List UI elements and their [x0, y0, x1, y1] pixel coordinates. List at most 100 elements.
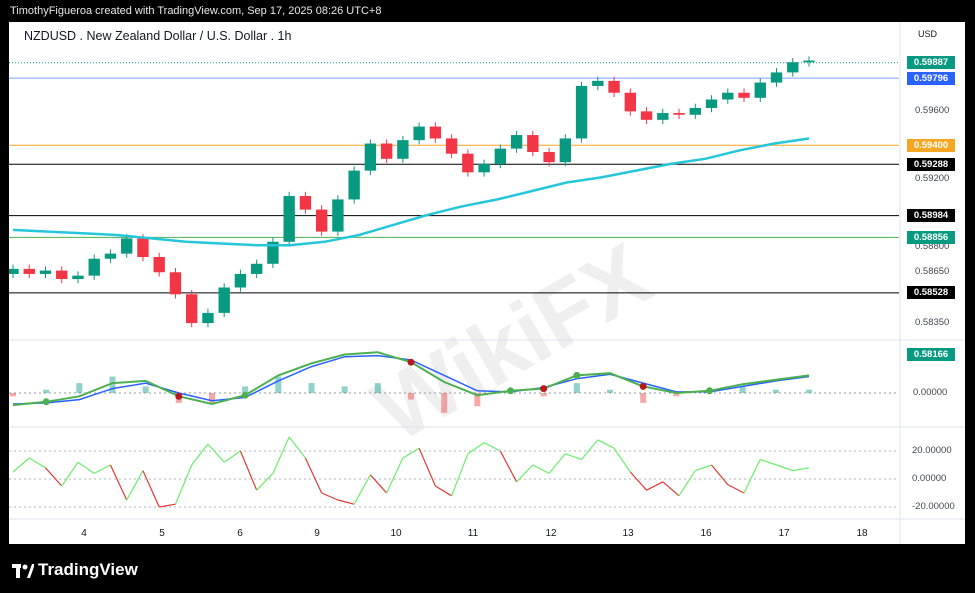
macd-histogram-bar: [10, 393, 16, 397]
candle-body: [559, 138, 572, 163]
oscillator-line-segment: [191, 443, 209, 466]
oscillator-line-segment: [451, 453, 469, 497]
oscillator-line-segment: [207, 443, 225, 463]
oscillator-line-segment: [386, 457, 404, 494]
macd-cross-dot: [407, 358, 415, 366]
candle-body: [445, 138, 458, 154]
oscillator-line-segment: [45, 467, 63, 487]
oscillator-line-segment: [223, 450, 241, 463]
macd-cross-dot: [507, 387, 514, 395]
time-axis-label: 4: [81, 528, 87, 539]
macd-histogram-bar: [441, 393, 448, 413]
oscillator-line-segment: [159, 503, 176, 508]
candle-body: [104, 253, 117, 259]
price-tag: 0.58528: [907, 286, 955, 300]
price-tag: 0.59288: [907, 157, 955, 171]
candle-body: [575, 85, 588, 139]
oscillator-line-segment: [776, 464, 793, 472]
price-tag: 0.59887: [907, 56, 955, 70]
oscillator-line-segment: [418, 447, 436, 487]
macd-histogram-bar: [806, 389, 812, 393]
oscillator-line-segment: [77, 461, 95, 474]
price-tag: 0.59400: [907, 138, 955, 152]
oscillator-line-segment: [760, 458, 777, 466]
price-axis-currency: USD: [918, 29, 938, 39]
moving-average-line: [12, 137, 810, 247]
oscillator-line-segment: [353, 474, 371, 505]
macd-histogram-bar: [374, 383, 381, 393]
macd-histogram-bar: [640, 393, 647, 403]
oscillator-line-segment: [695, 464, 712, 472]
time-axis-label: 16: [700, 528, 712, 539]
price-axis-label: 0.58650: [915, 266, 950, 278]
oscillator-line-segment: [792, 467, 810, 472]
macd-histogram-bar: [275, 376, 282, 393]
oscillator-line-segment: [646, 481, 664, 491]
candle-body: [462, 153, 474, 173]
macd-axis-label: 0.00000: [913, 387, 948, 398]
chart-frame[interactable]: WikiFX NZDUSD . New Zealand Dollar / U.S…: [9, 22, 965, 544]
candle-body: [332, 199, 344, 232]
candle-body: [380, 143, 393, 159]
candle-body: [153, 257, 165, 273]
time-axis-label: 12: [545, 528, 557, 539]
candle-body: [494, 148, 507, 164]
oscillator-line-segment: [337, 499, 355, 505]
oscillator-line-segment: [272, 436, 290, 474]
candle-body: [510, 135, 523, 149]
oscillator-line-segment: [304, 457, 323, 494]
candle-body: [23, 268, 35, 274]
candle-body: [770, 72, 783, 83]
wikifx-watermark: WikiFX: [358, 225, 667, 461]
candle-body: [397, 140, 409, 159]
oscillator-line-segment: [548, 453, 566, 474]
time-axis-label: 9: [314, 528, 320, 539]
macd-histogram-bar: [308, 383, 315, 393]
oscillator-line-segment: [142, 470, 160, 508]
candle-body: [673, 113, 685, 115]
candle-body: [478, 163, 490, 173]
oscillator-line-segment: [678, 470, 696, 497]
chart-canvas[interactable]: WikiFX: [9, 22, 965, 544]
time-axis-label: 5: [159, 528, 165, 539]
candle-body: [315, 209, 328, 232]
price-axis-label: 0.59600: [915, 105, 950, 117]
macd-cross-dot: [175, 392, 183, 400]
oscillator-line-segment: [239, 450, 258, 491]
candle-body: [169, 272, 182, 295]
oscillator-line-segment: [483, 442, 501, 452]
oscillator-line-segment: [256, 472, 274, 491]
time-axis-label: 13: [622, 528, 634, 539]
candle-body: [56, 270, 68, 280]
macd-histogram-bar: [76, 383, 83, 393]
oscillator-line-segment: [109, 464, 128, 501]
price-axis-label: 0.59200: [915, 173, 950, 185]
candle-body: [803, 60, 815, 63]
candle-body: [202, 312, 214, 324]
chart-credit: TimothyFigueroa created with TradingView…: [10, 5, 382, 17]
candle-body: [250, 263, 263, 274]
oscillator-axis-label: -20.00000: [912, 501, 955, 512]
candle-body: [137, 238, 149, 258]
candle-body: [624, 92, 636, 112]
oscillator-line-segment: [467, 442, 485, 455]
oscillator-line-segment: [743, 459, 761, 494]
tradingview-footer: TradingView: [12, 560, 138, 580]
macd-histogram-bar: [408, 393, 414, 400]
oscillator-axis-label: 20.00000: [912, 445, 952, 456]
macd-cross-dot: [42, 398, 50, 406]
macd-cross-dot: [540, 385, 548, 393]
candle-body: [9, 268, 19, 274]
macd-histogram-bar: [540, 393, 547, 397]
oscillator-line-segment: [93, 464, 111, 474]
candle-body: [543, 152, 555, 163]
oscillator-line-segment: [28, 457, 46, 469]
oscillator-line-segment: [711, 464, 729, 485]
macd-histogram-bar: [607, 389, 613, 393]
candle-body: [348, 170, 360, 200]
oscillator-line-segment: [12, 457, 30, 473]
macd-histogram-bar: [43, 389, 50, 393]
price-tag: 0.58856: [907, 230, 955, 244]
candle-body: [218, 287, 230, 313]
candle-body: [722, 92, 734, 100]
